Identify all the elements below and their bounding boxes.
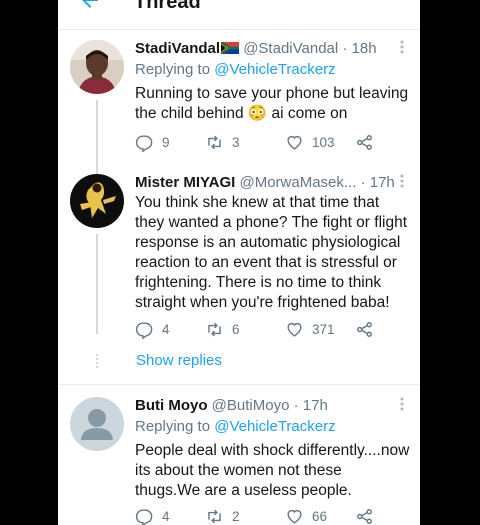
avatar[interactable]	[70, 40, 124, 94]
tweet-text: You think she knew at that time that the…	[135, 194, 408, 311]
user-name[interactable]: Mister MIYAGI	[135, 174, 235, 191]
share-icon	[357, 135, 372, 150]
like-count: 66	[312, 509, 328, 524]
more-icon[interactable]	[400, 40, 404, 54]
more-icon[interactable]	[400, 174, 404, 188]
divider	[58, 384, 420, 385]
replying-to-link[interactable]: @VehicleTrackerz	[214, 61, 335, 78]
replying-to: Replying to @VehicleTrackerz	[135, 417, 411, 437]
tweet-text: People deal with shock differently....no…	[135, 442, 410, 499]
avatar[interactable]	[70, 397, 124, 451]
back-arrow-icon[interactable]	[78, 0, 102, 12]
share-button[interactable]	[355, 133, 374, 152]
header: Thread	[58, 0, 420, 30]
tweet-text: Running to save your phone but leaving t…	[135, 85, 409, 122]
reply-button[interactable]: 4	[135, 320, 170, 339]
like-icon	[287, 135, 302, 150]
more-icon[interactable]	[400, 397, 404, 411]
retweet-button[interactable]: 2	[205, 507, 240, 525]
share-button[interactable]	[355, 320, 374, 339]
replying-prefix: Replying to	[135, 61, 215, 78]
retweet-button[interactable]: 6	[205, 320, 240, 339]
share-icon	[357, 509, 372, 524]
like-icon	[287, 509, 302, 524]
like-button[interactable]: 103	[285, 133, 335, 152]
reply-icon	[135, 509, 153, 525]
user-handle: @MorwaMasek... · 17h	[239, 174, 395, 191]
reply-button[interactable]: 4	[135, 507, 170, 525]
user-name[interactable]: StadiVandal	[135, 40, 220, 57]
page-title: Thread	[134, 0, 201, 13]
retweet-count: 6	[232, 322, 240, 337]
share-button[interactable]	[355, 507, 374, 525]
south-africa-flag-icon	[221, 42, 240, 54]
retweet-count: 3	[232, 135, 240, 150]
user-name[interactable]: Buti Moyo	[135, 397, 208, 414]
reply-count: 4	[162, 509, 170, 524]
thread-dots	[96, 354, 98, 370]
tweet-actions: 4 6 371	[135, 320, 375, 340]
thread-line	[96, 234, 98, 334]
replying-to-link[interactable]: @VehicleTrackerz	[214, 418, 335, 435]
avatar[interactable]	[70, 174, 124, 228]
retweet-icon	[208, 135, 221, 150]
tweet-actions: 9 3 103	[135, 133, 375, 153]
tweet-header: Buti Moyo @ButiMoyo · 17h	[135, 397, 411, 415]
tweet-actions: 4 2 66	[135, 507, 375, 525]
tweet-content: StadiVandal @StadiVandal · 18h Replying …	[135, 40, 411, 124]
like-button[interactable]: 371	[285, 320, 335, 339]
replying-prefix: Replying to	[135, 418, 215, 435]
retweet-icon	[208, 509, 221, 524]
tweet-header: Mister MIYAGI @MorwaMasek... · 17h	[135, 174, 411, 192]
like-icon	[287, 322, 302, 337]
user-handle: @StadiVandal · 18h	[243, 40, 377, 57]
reply-icon	[135, 322, 153, 339]
retweet-count: 2	[232, 509, 240, 524]
reply-count: 4	[162, 322, 170, 337]
share-icon	[357, 322, 372, 337]
like-count: 103	[312, 135, 335, 150]
tweet-content: Mister MIYAGI @MorwaMasek... · 17h You t…	[135, 174, 411, 313]
reply-count: 9	[162, 135, 170, 150]
retweet-icon	[208, 322, 221, 337]
like-count: 371	[312, 322, 335, 337]
thread-screen: Thread StadiVandal @StadiVandal · 18h Re…	[58, 0, 420, 525]
show-replies-link[interactable]: Show replies	[136, 352, 222, 369]
tweet-header: StadiVandal @StadiVandal · 18h	[135, 40, 411, 58]
replying-to: Replying to @VehicleTrackerz	[135, 60, 411, 80]
user-handle: @ButiMoyo · 17h	[211, 397, 328, 414]
reply-button[interactable]: 9	[135, 133, 170, 152]
retweet-button[interactable]: 3	[205, 133, 240, 152]
tweet-content: Buti Moyo @ButiMoyo · 17h Replying to @V…	[135, 397, 411, 501]
reply-icon	[135, 135, 153, 152]
like-button[interactable]: 66	[285, 507, 327, 525]
